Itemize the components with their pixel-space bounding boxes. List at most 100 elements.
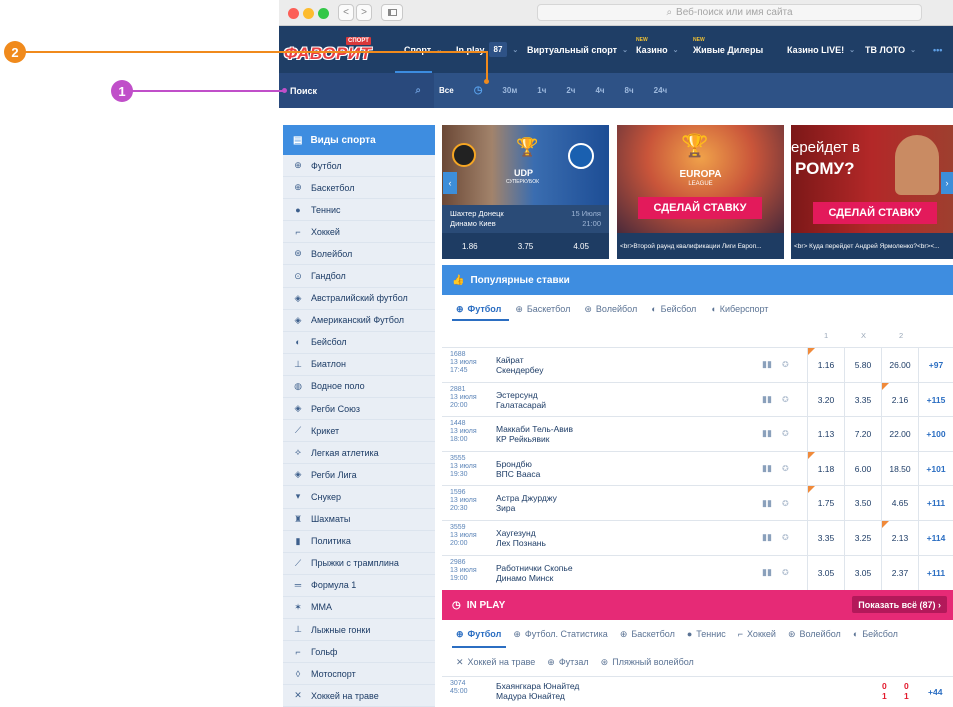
match-row[interactable]: 3555 13 июля 19:30 Брондбю ВПС Вааса ▮▮ ✪ 1.18 6… [442, 450, 953, 486]
tab-basketball[interactable]: ⊕ Баскетбол [515, 304, 570, 315]
stats-icon[interactable]: ▮▮ [762, 567, 772, 578]
sidebar-item[interactable]: ⟋ Крикет [283, 420, 435, 443]
sidebar-item[interactable]: ▮ Политика [283, 531, 435, 553]
match-row[interactable]: 2986 13 июля 19:00 Работнички Скопье Динамо … [442, 554, 953, 590]
forward-button[interactable]: > [356, 4, 372, 21]
odd-draw[interactable]: 6.00 [844, 451, 881, 486]
stats-icon[interactable]: ▮▮ [762, 428, 772, 439]
odd-away[interactable]: 2.13 [881, 520, 918, 555]
site-logo[interactable]: СПОРТ ФАВОРИТ [284, 37, 371, 63]
sidebar-item[interactable]: ● Теннис [283, 199, 435, 222]
sidebar-item[interactable]: ⊥ Биатлон [283, 354, 435, 376]
odd-draw[interactable]: 3.35 [844, 382, 881, 417]
minimize-window-button[interactable] [303, 8, 314, 19]
favorite-icon[interactable]: ✪ [782, 429, 789, 438]
odd-draw[interactable]: 3.25 [844, 520, 881, 555]
show-all-button[interactable]: Показать всё (87) › [852, 596, 947, 613]
filter-4h[interactable]: 4ч [595, 86, 604, 95]
sidebar-item[interactable]: ◈ Американский Футбол [283, 310, 435, 332]
sidebar-item[interactable]: ⊙ Гандбол [283, 265, 435, 288]
make-bet-button[interactable]: СДЕЛАЙ СТАВКУ [813, 202, 937, 224]
tab-tennis[interactable]: ● Теннис [687, 629, 726, 639]
tab-hockey[interactable]: ⌐ Хоккей [738, 629, 776, 639]
sidebar-item[interactable]: ◍ Водное поло [283, 376, 435, 399]
sidebar-item[interactable]: ◊ Мотоспорт [283, 663, 435, 686]
filter-2h[interactable]: 2ч [566, 86, 575, 95]
filter-24h[interactable]: 24ч [654, 86, 668, 95]
more-markets-link[interactable]: +101 [918, 451, 953, 486]
favorite-icon[interactable]: ✪ [782, 568, 789, 577]
tab-baseball[interactable]: ◐ Бейсбол [853, 629, 898, 639]
favorite-icon[interactable]: ✪ [782, 533, 789, 542]
sidebar-item[interactable]: ═ Формула 1 [283, 575, 435, 597]
more-markets-link[interactable]: +114 [918, 520, 953, 555]
stats-icon[interactable]: ▮▮ [762, 532, 772, 543]
sidebar-item[interactable]: ⌐ Гольф [283, 641, 435, 664]
odd-draw[interactable]: 3.75 [518, 242, 534, 251]
sidebar-item[interactable]: ⌐ Хоккей [283, 221, 435, 244]
odd-away[interactable]: 4.65 [881, 486, 918, 521]
tab-football-stats[interactable]: ⊕ Футбол. Статистика [513, 629, 608, 640]
stats-icon[interactable]: ▮▮ [762, 463, 772, 474]
odd-draw[interactable]: 7.20 [844, 417, 881, 452]
odd-home[interactable]: 1.18 [807, 451, 844, 486]
match-row[interactable]: 3559 13 июля 20:00 Хаугезунд Лех Познань ▮▮ ✪ 3… [442, 519, 953, 555]
nav-sport[interactable]: Спорт ⌄ [404, 26, 442, 73]
stats-icon[interactable]: ▮▮ [762, 394, 772, 405]
odd-draw[interactable]: 3.05 [844, 555, 881, 590]
tab-volleyball[interactable]: ⊛ Волейбол [788, 629, 841, 640]
match-row[interactable]: 2881 13 июля 20:00 Эстерсунд Галатасарай ▮▮ ✪ 3… [442, 381, 953, 417]
carousel-next-button[interactable]: › [941, 172, 953, 194]
banner-transfer[interactable]: ерейдет в РОМУ? СДЕЛАЙ СТАВКУ <br> Куда … [791, 125, 953, 259]
sidebar-item[interactable]: ⊥ Лыжные гонки [283, 619, 435, 642]
nav-live-dealers[interactable]: NEW Живые Дилеры [693, 26, 763, 73]
odd-away[interactable]: 26.00 [881, 348, 918, 382]
search-input[interactable]: Поиск ⌕ [279, 73, 434, 108]
tab-baseball[interactable]: ◐ Бейсбол [651, 304, 696, 314]
odd-draw[interactable]: 3.50 [844, 486, 881, 521]
odd-home[interactable]: 1.13 [807, 417, 844, 452]
nav-tv-loto[interactable]: ТВ ЛОТО ⌄ [865, 26, 916, 73]
sidebar-item[interactable]: ♜ Шахматы [283, 509, 435, 531]
nav-virtual-sport[interactable]: Виртуальный спорт ⌄ [527, 26, 628, 73]
tab-field-hockey[interactable]: ✕ Хоккей на траве [456, 657, 535, 668]
tab-esports[interactable]: ◖ Киберспорт [710, 304, 768, 314]
filter-30m[interactable]: 30м [502, 86, 517, 95]
favorite-icon[interactable]: ✪ [782, 499, 789, 508]
filter-all[interactable]: Все [439, 86, 454, 95]
banner-supercup[interactable]: 🏆 UDP СУПЕРКУБОК Шахтер Донецк 15 Июля Ди… [442, 125, 609, 259]
address-bar[interactable]: ⌕ Веб-поиск или имя сайта [537, 4, 922, 21]
zoom-window-button[interactable] [318, 8, 329, 19]
make-bet-button[interactable]: СДЕЛАЙ СТАВКУ [638, 197, 762, 219]
tab-football[interactable]: ⊕ Футбол [456, 304, 501, 315]
banner-europa[interactable]: 🏆 EUROPA LEAGUE СДЕЛАЙ СТАВКУ <br>Второй… [617, 125, 784, 259]
favorite-icon[interactable]: ✪ [782, 360, 789, 369]
sidebar-item[interactable]: ⊕ Баскетбол [283, 177, 435, 200]
nav-casino[interactable]: NEW Казино ⌄ [636, 26, 679, 73]
odd-home[interactable]: 1.86 [462, 242, 478, 251]
tab-basketball[interactable]: ⊕ Баскетбол [620, 629, 675, 640]
clock-icon[interactable]: ◷ [474, 85, 483, 96]
odd-home[interactable]: 3.20 [807, 382, 844, 417]
sidebar-item[interactable]: ⟋ Прыжки с трамплина [283, 553, 435, 575]
odd-away[interactable]: 2.16 [881, 382, 918, 417]
sidebar-item[interactable]: ▾ Снукер [283, 486, 435, 509]
sidebar-item[interactable]: ⊕ Футбол [283, 155, 435, 178]
favorite-icon[interactable]: ✪ [782, 464, 789, 473]
stats-icon[interactable]: ▮▮ [762, 359, 772, 370]
tab-futsal[interactable]: ⊕ Футзал [547, 657, 588, 668]
odd-home[interactable]: 1.16 [807, 348, 844, 382]
back-button[interactable]: < [338, 4, 354, 21]
carousel-prev-button[interactable]: ‹ [443, 172, 457, 194]
favorite-icon[interactable]: ✪ [782, 395, 789, 404]
odd-home[interactable]: 3.35 [807, 520, 844, 555]
more-markets-link[interactable]: +100 [918, 417, 953, 452]
sidebar-item[interactable]: ◈ Австралийский футбол [283, 288, 435, 310]
stats-icon[interactable]: ▮▮ [762, 498, 772, 509]
sidebar-item[interactable]: ✕ Хоккей на траве [283, 685, 435, 707]
more-markets-link[interactable]: +111 [918, 486, 953, 521]
odd-home[interactable]: 1.75 [807, 486, 844, 521]
odd-away[interactable]: 22.00 [881, 417, 918, 452]
more-markets-link[interactable]: +115 [918, 382, 953, 417]
sidebar-item[interactable]: ✶ MMA [283, 597, 435, 619]
